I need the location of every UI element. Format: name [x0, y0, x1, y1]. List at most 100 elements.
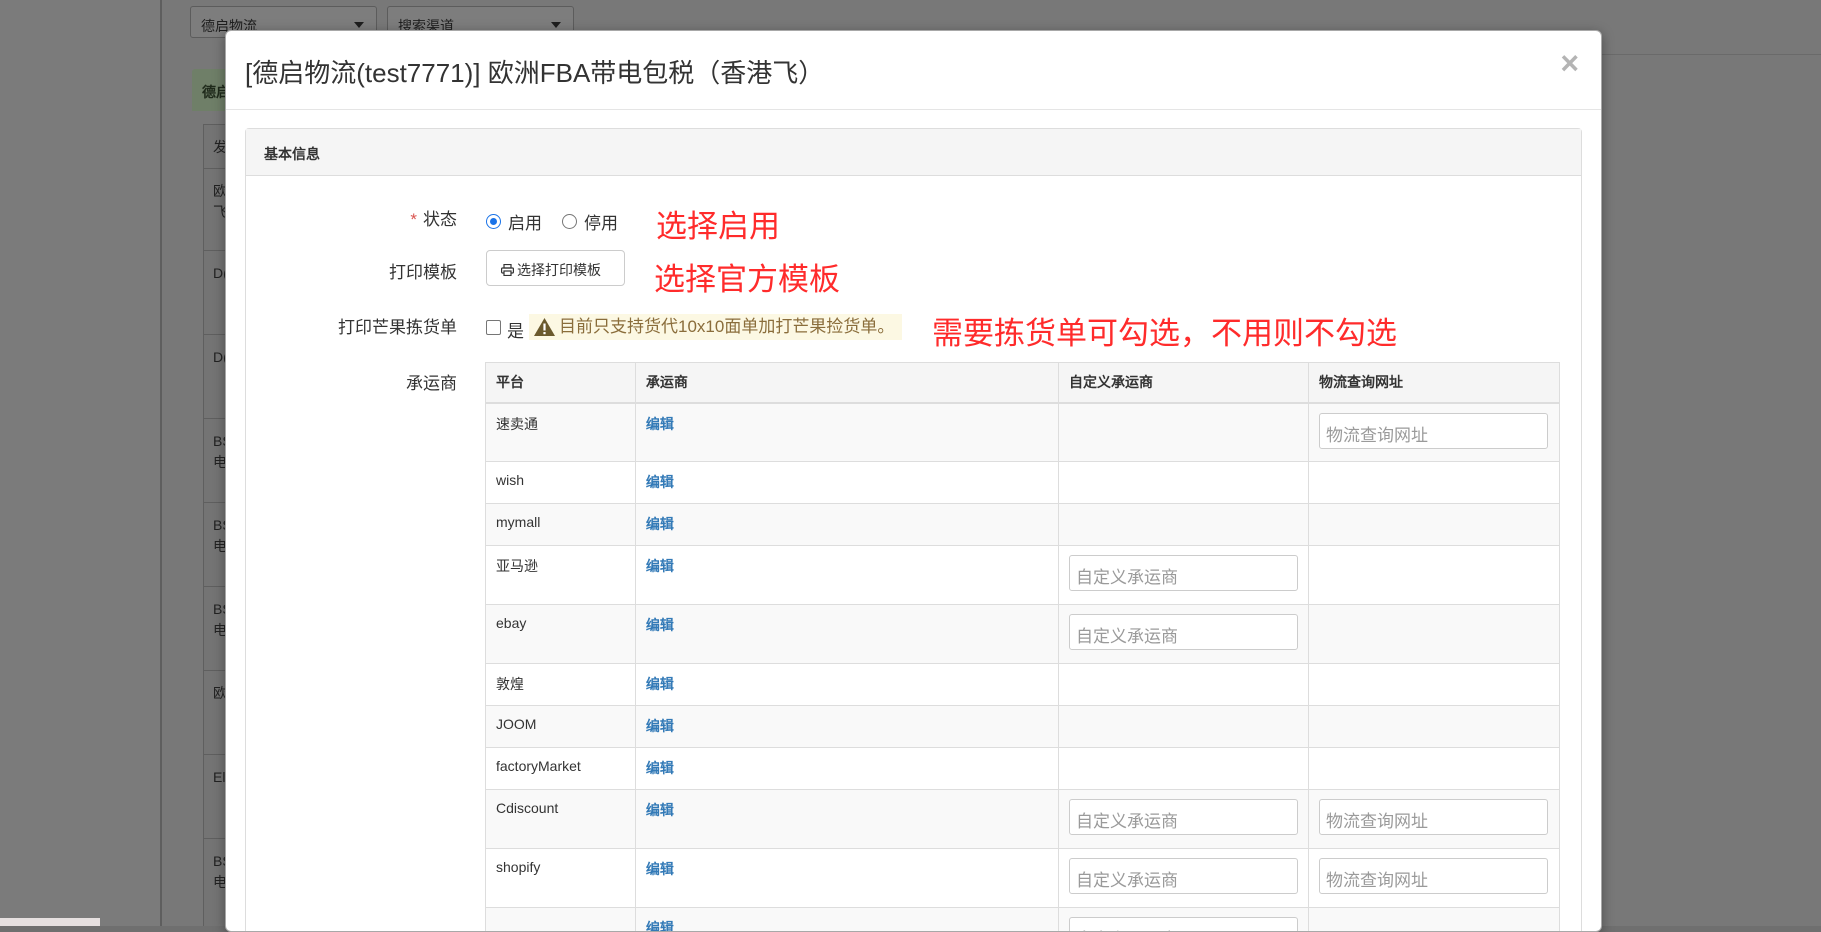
- carrier-cell: 编辑: [635, 664, 1058, 706]
- custom-carrier-cell: [1058, 664, 1308, 706]
- printer-icon: [501, 264, 514, 276]
- edit-carrier-link[interactable]: 编辑: [646, 474, 674, 490]
- carrier-cell: 编辑: [635, 403, 1058, 462]
- custom-carrier-input[interactable]: 自定义承运商: [1069, 614, 1298, 650]
- edit-carrier-link[interactable]: 编辑: [646, 676, 674, 692]
- column-header-carrier: 承运商: [635, 363, 1058, 403]
- platform-cell: [486, 908, 636, 932]
- tracking-url-cell: [1308, 462, 1559, 504]
- table-row: ebay 编辑 自定义承运商: [486, 605, 1560, 664]
- tracking-url-input[interactable]: 物流查询网址: [1319, 413, 1548, 449]
- custom-carrier-cell: 自定义承运商: [1058, 605, 1308, 664]
- edit-carrier-link[interactable]: 编辑: [646, 617, 674, 633]
- select-print-template-button[interactable]: 选择打印模板: [486, 250, 625, 286]
- status-disable-radio[interactable]: 停用: [562, 209, 618, 234]
- platform-cell: ebay: [486, 605, 636, 664]
- edit-carrier-link[interactable]: 编辑: [646, 516, 674, 532]
- chevron-down-icon: [551, 22, 561, 28]
- edit-carrier-link[interactable]: 编辑: [646, 861, 674, 877]
- carrier-cell: 编辑: [635, 504, 1058, 546]
- tracking-url-cell: [1308, 546, 1559, 605]
- background-bottom-left: [0, 918, 100, 926]
- tracking-url-input[interactable]: 物流查询网址: [1319, 799, 1548, 835]
- status-label-text: 状态: [423, 210, 457, 229]
- custom-carrier-cell: [1058, 403, 1308, 462]
- table-row: wish 编辑: [486, 462, 1560, 504]
- table-row: JOOM 编辑: [486, 706, 1560, 748]
- carrier-cell: 编辑: [635, 605, 1058, 664]
- radio-checked-icon: [486, 214, 501, 229]
- carrier-cell: 编辑: [635, 546, 1058, 605]
- mango-pick-label: 打印芒果拣货单: [257, 313, 457, 338]
- tracking-url-cell: 物流查询网址: [1308, 403, 1559, 462]
- modal-title: [德启物流(test7771)] 欧洲FBA带电包税（香港飞）: [245, 53, 824, 90]
- mango-pick-checkbox[interactable]: [486, 320, 501, 335]
- tracking-url-cell: [1308, 706, 1559, 748]
- status-enable-radio[interactable]: 启用: [486, 209, 542, 234]
- radio-unchecked-icon: [562, 214, 577, 229]
- custom-carrier-cell: [1058, 748, 1308, 790]
- mango-pick-checkbox-label: 是: [507, 317, 524, 342]
- platform-cell: shopify: [486, 849, 636, 908]
- platform-cell: wish: [486, 462, 636, 504]
- edit-carrier-link[interactable]: 编辑: [646, 718, 674, 734]
- table-row: 编辑 自定义承运商: [486, 908, 1560, 932]
- custom-carrier-cell: 自定义承运商: [1058, 908, 1308, 932]
- status-disable-label: 停用: [584, 209, 618, 234]
- tracking-url-input[interactable]: 物流查询网址: [1319, 858, 1548, 894]
- platform-cell: 敦煌: [486, 664, 636, 706]
- table-row: 敦煌编辑: [486, 664, 1560, 706]
- custom-carrier-cell: [1058, 504, 1308, 546]
- select-print-template-label: 选择打印模板: [517, 262, 601, 278]
- table-row: 速卖通编辑 物流查询网址: [486, 403, 1560, 462]
- custom-carrier-cell: 自定义承运商: [1058, 849, 1308, 908]
- custom-carrier-cell: 自定义承运商: [1058, 790, 1308, 849]
- edit-carrier-link[interactable]: 编辑: [646, 416, 674, 432]
- tracking-url-cell: 物流查询网址: [1308, 849, 1559, 908]
- custom-carrier-input[interactable]: 自定义承运商: [1069, 917, 1298, 932]
- platform-cell: JOOM: [486, 706, 636, 748]
- carrier-cell: 编辑: [635, 790, 1058, 849]
- annotation-mango: 需要拣货单可勾选，不用则不勾选: [932, 308, 1397, 353]
- table-row: mymall 编辑: [486, 504, 1560, 546]
- custom-carrier-cell: [1058, 462, 1308, 504]
- edit-carrier-link[interactable]: 编辑: [646, 802, 674, 818]
- platform-cell: factoryMarket: [486, 748, 636, 790]
- carrier-cell: 编辑: [635, 706, 1058, 748]
- custom-carrier-input[interactable]: 自定义承运商: [1069, 858, 1298, 894]
- edit-carrier-link[interactable]: 编辑: [646, 920, 674, 932]
- channel-settings-modal: [德启物流(test7771)] 欧洲FBA带电包税（香港飞） × 基本信息 *…: [225, 30, 1602, 932]
- print-template-label: 打印模板: [257, 258, 457, 283]
- platform-cell: Cdiscount: [486, 790, 636, 849]
- tracking-url-cell: [1308, 748, 1559, 790]
- annotation-status: 选择启用: [656, 201, 780, 246]
- close-icon[interactable]: ×: [1560, 47, 1579, 79]
- annotation-template: 选择官方模板: [654, 254, 840, 299]
- panel-heading: 基本信息: [246, 129, 1581, 176]
- table-row: 亚马逊编辑 自定义承运商: [486, 546, 1560, 605]
- tracking-url-cell: [1308, 664, 1559, 706]
- custom-carrier-input[interactable]: 自定义承运商: [1069, 799, 1298, 835]
- mango-pick-warning-text: 目前只支持货代10x10面单加打芒果捡货单。: [559, 314, 894, 340]
- column-header-tracking-url: 物流查询网址: [1308, 363, 1559, 403]
- platform-cell: 速卖通: [486, 403, 636, 462]
- column-header-platform: 平台: [486, 363, 636, 403]
- custom-carrier-input[interactable]: 自定义承运商: [1069, 555, 1298, 591]
- column-header-custom-carrier: 自定义承运商: [1058, 363, 1308, 403]
- edit-carrier-link[interactable]: 编辑: [646, 760, 674, 776]
- table-row: shopify 编辑 自定义承运商物流查询网址: [486, 849, 1560, 908]
- status-label: *状态: [257, 205, 457, 230]
- edit-carrier-link[interactable]: 编辑: [646, 558, 674, 574]
- carrier-cell: 编辑: [635, 908, 1058, 932]
- table-row: factoryMarket 编辑: [486, 748, 1560, 790]
- carrier-cell: 编辑: [635, 748, 1058, 790]
- custom-carrier-cell: [1058, 706, 1308, 748]
- status-enable-label: 启用: [508, 209, 542, 234]
- carriers-table-header: 平台 承运商 自定义承运商 物流查询网址: [486, 363, 1560, 403]
- carrier-cell: 编辑: [635, 849, 1058, 908]
- warning-icon: [533, 317, 556, 337]
- custom-carrier-cell: 自定义承运商: [1058, 546, 1308, 605]
- platform-cell: 亚马逊: [486, 546, 636, 605]
- tracking-url-cell: [1308, 605, 1559, 664]
- platform-cell: mymall: [486, 504, 636, 546]
